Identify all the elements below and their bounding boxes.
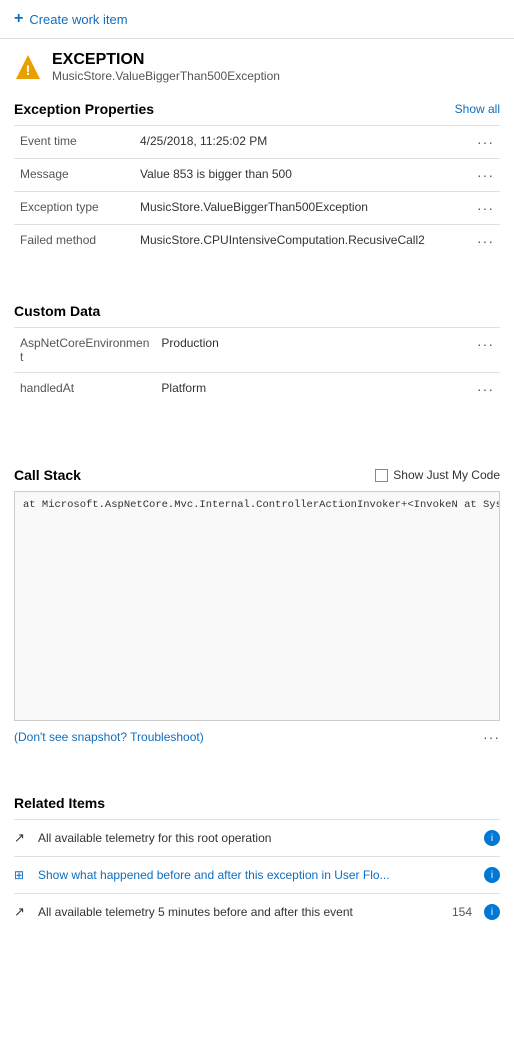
snapshot-menu[interactable]: ··· [483,729,500,745]
custom-data-section: Custom Data AspNetCoreEnvironmen t Produ… [0,289,514,405]
prop-menu-failed-method[interactable]: ··· [471,225,500,258]
prop-menu-exception-type[interactable]: ··· [471,192,500,225]
custom-data-header: Custom Data [14,303,500,319]
arrow-icon: ↗ [14,904,30,920]
related-items-title: Related Items [14,795,105,811]
snapshot-link[interactable]: (Don't see snapshot? Troubleshoot) [14,730,204,744]
info-icon: i [484,867,500,883]
exception-properties-header: Exception Properties Show all [14,101,500,117]
related-item-count: 154 [452,905,472,919]
table-row: AspNetCoreEnvironmen t Production ··· [14,328,500,373]
plus-icon: + [14,10,23,28]
call-stack-title: Call Stack [14,467,81,483]
table-row: Exception type MusicStore.ValueBiggerTha… [14,192,500,225]
info-icon: i [484,904,500,920]
arrow-icon: ↗ [14,830,30,846]
table-row: Event time 4/25/2018, 11:25:02 PM ··· [14,126,500,159]
svg-text:!: ! [26,62,31,78]
show-just-code-label: Show Just My Code [393,468,500,482]
custom-data-table: AspNetCoreEnvironmen t Production ··· ha… [14,327,500,405]
call-stack-header: Call Stack Show Just My Code [14,467,500,483]
exception-title: EXCEPTION [52,51,280,69]
table-row: Message Value 853 is bigger than 500 ··· [14,159,500,192]
related-item-row[interactable]: ⊞ Show what happened before and after th… [14,856,500,893]
prop-menu-event-time[interactable]: ··· [471,126,500,159]
exception-properties-table: Event time 4/25/2018, 11:25:02 PM ··· Me… [14,125,500,257]
exception-properties-title: Exception Properties [14,101,154,117]
prop-name-aspnet: AspNetCoreEnvironmen t [14,328,155,373]
prop-menu-handledat[interactable]: ··· [471,373,500,406]
prop-value-handledat: Platform [155,373,471,406]
grid-icon: ⊞ [14,868,30,882]
info-icon: i [484,830,500,846]
prop-name-event-time: Event time [14,126,134,159]
warning-icon: ! [14,53,42,81]
related-item-label: Show what happened before and after this… [38,868,476,882]
create-work-item-label[interactable]: Create work item [29,12,127,27]
exception-properties-section: Exception Properties Show all Event time… [0,87,514,257]
related-item-label: All available telemetry for this root op… [38,831,476,845]
related-items-section: Related Items ↗ All available telemetry … [0,781,514,930]
prop-menu-message[interactable]: ··· [471,159,500,192]
related-items-header: Related Items [14,795,500,811]
custom-data-title: Custom Data [14,303,100,319]
call-stack-text: at Microsoft.AspNetCore.Mvc.Internal.Con… [23,499,500,511]
table-row: Failed method MusicStore.CPUIntensiveCom… [14,225,500,258]
exception-header: ! EXCEPTION MusicStore.ValueBiggerThan50… [0,39,514,87]
prop-value-aspnet: Production [155,328,471,373]
show-all-link[interactable]: Show all [455,102,500,116]
prop-value-exception-type: MusicStore.ValueBiggerThan500Exception [134,192,471,225]
prop-name-exception-type: Exception type [14,192,134,225]
prop-value-event-time: 4/25/2018, 11:25:02 PM [134,126,471,159]
call-stack-content[interactable]: at Microsoft.AspNetCore.Mvc.Internal.Con… [14,491,500,721]
prop-value-message: Value 853 is bigger than 500 [134,159,471,192]
related-item-label: All available telemetry 5 minutes before… [38,905,444,919]
table-row: handledAt Platform ··· [14,373,500,406]
exception-title-block: EXCEPTION MusicStore.ValueBiggerThan500E… [52,51,280,83]
exception-subtitle: MusicStore.ValueBiggerThan500Exception [52,69,280,83]
show-just-code-checkbox[interactable] [375,469,388,482]
prop-name-handledat: handledAt [14,373,155,406]
prop-value-failed-method: MusicStore.CPUIntensiveComputation.Recus… [134,225,471,258]
show-just-code-toggle[interactable]: Show Just My Code [375,468,500,482]
snapshot-footer: (Don't see snapshot? Troubleshoot) ··· [0,721,514,745]
create-work-item-bar[interactable]: + Create work item [0,0,514,39]
prop-menu-aspnet[interactable]: ··· [471,328,500,373]
prop-name-message: Message [14,159,134,192]
prop-name-failed-method: Failed method [14,225,134,258]
related-item-row[interactable]: ↗ All available telemetry 5 minutes befo… [14,893,500,930]
call-stack-section: Call Stack Show Just My Code at Microsof… [0,453,514,721]
related-item-row[interactable]: ↗ All available telemetry for this root … [14,819,500,856]
